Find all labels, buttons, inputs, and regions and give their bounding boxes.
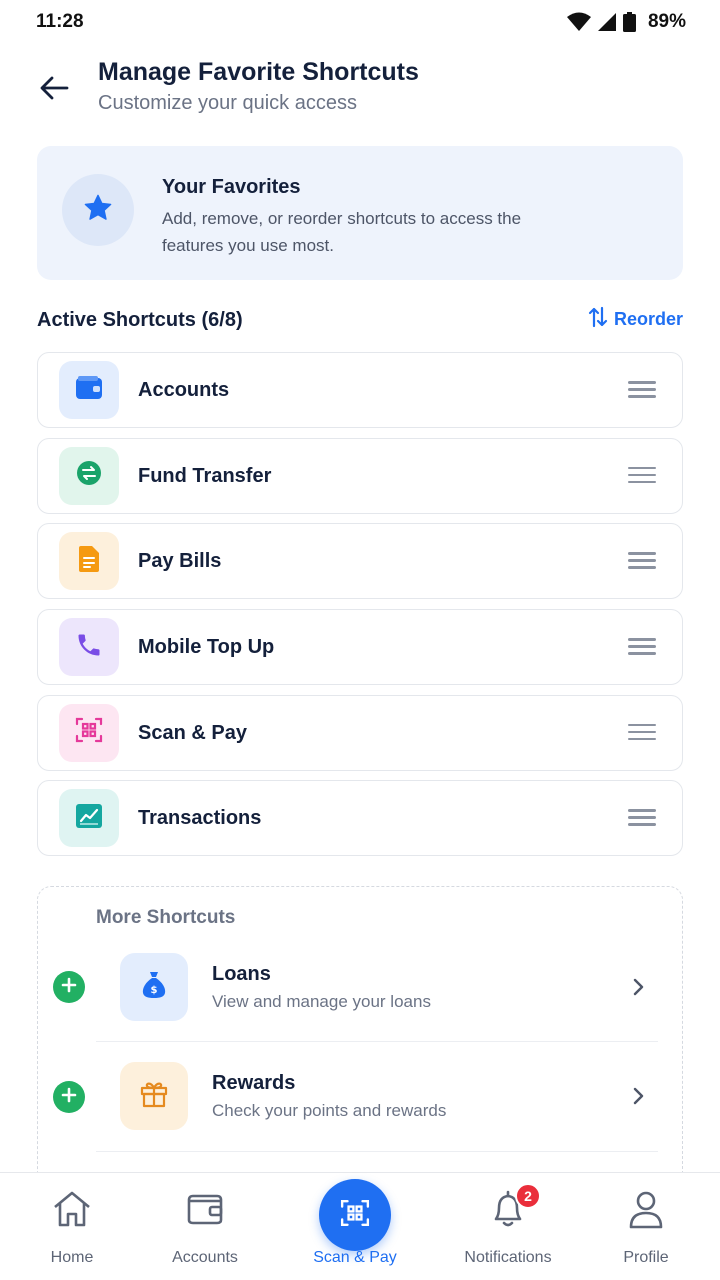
wallet-icon: [186, 1192, 224, 1231]
nav-home[interactable]: Home: [7, 1191, 137, 1267]
drag-handle-icon[interactable]: [628, 723, 656, 742]
arrow-left-icon: [39, 75, 69, 106]
page-subtitle: Customize your quick access: [98, 92, 357, 114]
favorites-info-card: Your Favorites Add, remove, or reorder s…: [37, 146, 683, 280]
reorder-label: Reorder: [613, 309, 683, 329]
shortcut-row-pay-bills[interactable]: Pay Bills: [37, 523, 683, 600]
status-icons: 89%: [566, 11, 686, 33]
active-shortcut-list: Accounts Fund Transfer Pay Bills Mobile …: [37, 352, 683, 866]
nav-label: Notifications: [464, 1249, 552, 1266]
shortcut-row-fund-transfer[interactable]: Fund Transfer: [37, 437, 683, 514]
active-shortcuts-title: Active Shortcuts (6/8): [37, 309, 243, 331]
plus-icon: [61, 1087, 77, 1108]
chevron-right-icon: [628, 977, 648, 997]
more-shortcuts-title: More Shortcuts: [96, 907, 236, 928]
row-icon-bg: [59, 532, 119, 591]
chart-icon: [75, 803, 103, 834]
drag-handle-icon[interactable]: [628, 552, 656, 570]
divider: [96, 1151, 658, 1152]
shortcut-row-transactions[interactable]: Transactions: [37, 780, 683, 857]
shortcut-row-mobile-top-up[interactable]: Mobile Top Up: [37, 609, 683, 686]
plus-icon: [61, 977, 77, 998]
info-description: Add, remove, or reorder shortcuts to acc…: [162, 209, 522, 255]
gift-icon: [139, 1079, 169, 1114]
more-item-label: Rewards: [212, 1072, 296, 1094]
more-icon-bg: $: [120, 953, 188, 1021]
nav-label: Home: [50, 1249, 94, 1266]
more-item-loans[interactable]: $ Loans View and manage your loans: [38, 953, 684, 1063]
wifi-icon: [566, 12, 591, 32]
divider: [96, 1041, 658, 1042]
page-header: Manage Favorite Shortcuts Customize your…: [0, 52, 720, 132]
more-item-label: Loans: [212, 963, 271, 985]
battery-icon: [622, 12, 636, 32]
nav-label: Accounts: [172, 1249, 238, 1266]
row-icon-bg: [59, 789, 119, 848]
add-shortcut-button[interactable]: [53, 1081, 85, 1113]
chevron-right-icon: [628, 1086, 648, 1106]
drag-handle-icon[interactable]: [628, 381, 656, 399]
drag-handle-icon[interactable]: [628, 466, 656, 485]
nav-profile[interactable]: Profile: [581, 1191, 711, 1267]
row-icon-bg: [59, 446, 119, 505]
reorder-icon: [588, 306, 608, 333]
shortcut-label: Pay Bills: [138, 550, 222, 573]
shortcut-label: Scan & Pay: [138, 721, 247, 744]
star-icon: [82, 192, 114, 229]
more-item-description: View and manage your loans: [212, 992, 431, 1011]
signal-icon: [597, 12, 617, 32]
shortcut-label: Mobile Top Up: [138, 636, 275, 659]
shortcut-label: Transactions: [138, 807, 262, 830]
info-icon-circle: [62, 174, 134, 246]
more-shortcuts-card: More Shortcuts $ Loans View and manage y…: [37, 886, 683, 1216]
bottom-navigation: Home Accounts Scan & Pay 2 Notifications: [0, 1172, 720, 1280]
nav-label: Scan & Pay: [313, 1249, 397, 1266]
nav-scan-pay[interactable]: Scan & Pay: [290, 1179, 420, 1267]
wallet-icon: [75, 375, 103, 406]
row-icon-bg: [59, 703, 119, 762]
nav-notifications[interactable]: 2 Notifications: [443, 1183, 573, 1267]
shortcut-row-accounts[interactable]: Accounts: [37, 352, 683, 428]
info-title: Your Favorites: [162, 176, 301, 198]
money-bag-icon: $: [140, 970, 168, 1005]
shortcut-label: Accounts: [138, 379, 230, 401]
back-button[interactable]: [34, 70, 74, 110]
transfer-icon: [75, 459, 103, 492]
reorder-button[interactable]: Reorder: [588, 306, 683, 333]
svg-text:$: $: [151, 985, 158, 996]
bill-icon: [77, 545, 101, 578]
status-bar: 11:28 89%: [0, 0, 720, 44]
more-item-rewards[interactable]: Rewards Check your points and rewards: [38, 1062, 684, 1172]
drag-handle-icon[interactable]: [628, 638, 656, 656]
row-icon-bg: [59, 618, 119, 677]
row-icon-bg: [59, 361, 119, 419]
add-shortcut-button[interactable]: [53, 971, 85, 1003]
more-icon-bg: [120, 1062, 188, 1130]
scan-pay-fab[interactable]: [319, 1179, 391, 1251]
shortcut-label: Fund Transfer: [138, 464, 272, 487]
battery-percentage: 89%: [647, 11, 686, 32]
qr-scan-icon: [75, 716, 103, 749]
shortcut-row-scan-pay[interactable]: Scan & Pay: [37, 694, 683, 771]
status-time: 11:28: [36, 11, 84, 32]
nav-label: Profile: [623, 1249, 669, 1266]
active-shortcuts-header: Active Shortcuts (6/8) Reorder: [37, 306, 683, 336]
notification-badge: 2: [515, 1183, 541, 1209]
page-title: Manage Favorite Shortcuts: [98, 58, 419, 86]
phone-icon: [75, 631, 103, 664]
qr-scan-icon: [340, 1198, 370, 1233]
drag-handle-icon[interactable]: [628, 809, 656, 827]
user-icon: [628, 1189, 664, 1234]
more-item-description: Check your points and rewards: [212, 1101, 447, 1120]
nav-accounts[interactable]: Accounts: [140, 1191, 270, 1267]
home-icon: [52, 1190, 92, 1233]
